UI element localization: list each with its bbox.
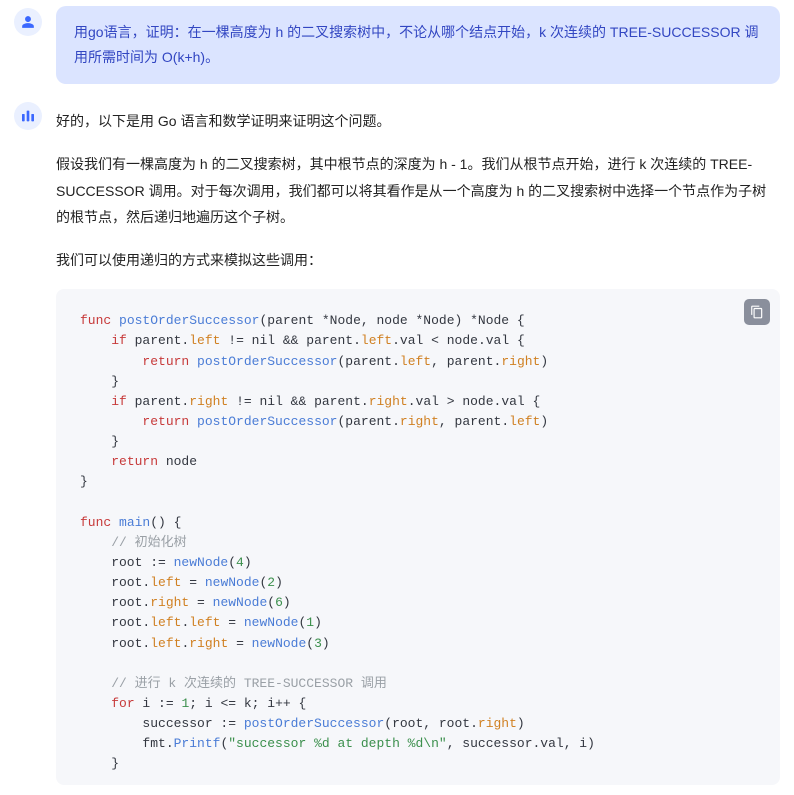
user-message-bubble: 用go语言，证明：在一棵高度为 h 的二叉搜索树中，不论从哪个结点开始，k 次连… [56,6,780,84]
user-avatar [14,8,42,36]
user-message-text: 用go语言，证明：在一棵高度为 h 的二叉搜索树中，不论从哪个结点开始，k 次连… [74,24,759,65]
bot-avatar [14,102,42,130]
copy-icon [750,305,764,319]
bot-message-content: 好的，以下是用 Go 语言和数学证明来证明这个问题。 假设我们有一棵高度为 h … [56,100,780,784]
code-content: func postOrderSuccessor(parent *Node, no… [56,289,780,784]
user-message-row: 用go语言，证明：在一棵高度为 h 的二叉搜索树中，不论从哪个结点开始，k 次连… [0,0,794,94]
copy-code-button[interactable] [744,299,770,325]
bot-paragraph-3: 我们可以使用递归的方式来模拟这些调用： [56,247,780,274]
user-icon [21,15,35,29]
code-block: func postOrderSuccessor(parent *Node, no… [56,289,780,784]
bot-paragraph-1: 好的，以下是用 Go 语言和数学证明来证明这个问题。 [56,108,780,135]
bot-paragraph-2: 假设我们有一棵高度为 h 的二叉搜索树，其中根节点的深度为 h - 1。我们从根… [56,151,780,231]
bot-message-row: 好的，以下是用 Go 语言和数学证明来证明这个问题。 假设我们有一棵高度为 h … [0,94,794,794]
bot-icon [20,108,36,124]
